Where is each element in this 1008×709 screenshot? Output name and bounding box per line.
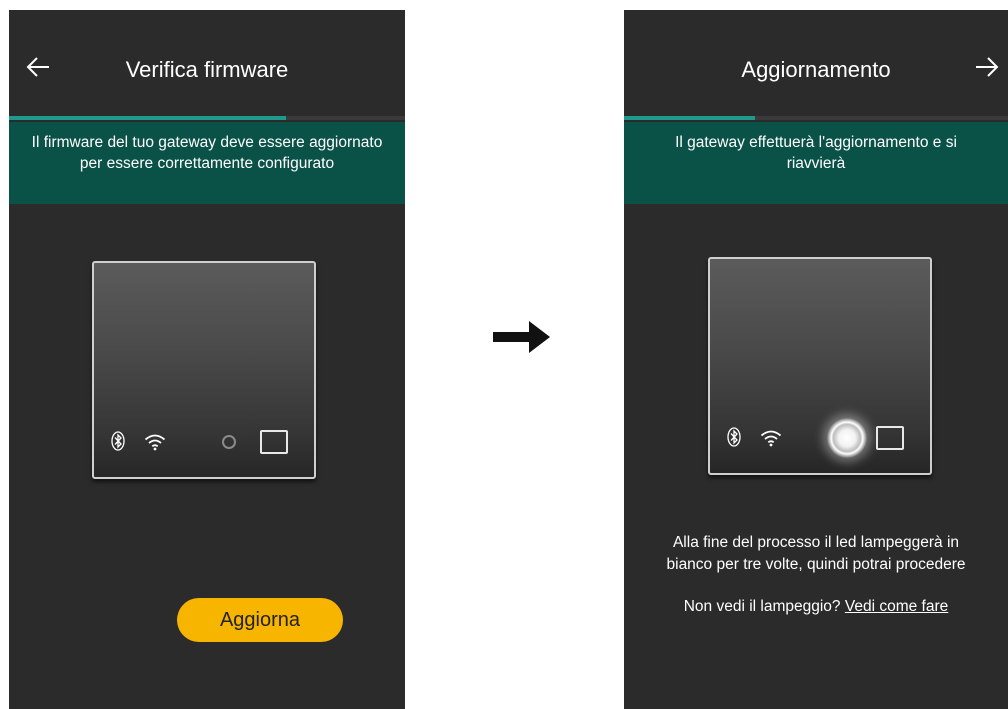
vedi-come-fare-link[interactable]: Vedi come fare: [845, 598, 948, 615]
progress-bar: [624, 116, 1008, 120]
header: Aggiornamento: [624, 10, 1008, 128]
progress-bar: [9, 116, 405, 120]
info-banner: Il firmware del tuo gateway deve essere …: [9, 122, 405, 204]
square-button-icon: [876, 426, 904, 450]
bluetooth-icon: [111, 431, 125, 451]
info-line-1: Alla fine del processo il led lampeggerà…: [672, 534, 960, 551]
wifi-icon: [760, 429, 782, 447]
info-line-2: bianco per tre volte, quindi potrai proc…: [666, 556, 966, 573]
page-title: Aggiornamento: [741, 57, 891, 82]
led-off-icon: [222, 435, 236, 449]
gateway-device: [92, 261, 316, 479]
flow-arrow-icon: [493, 321, 550, 353]
screen-aggiornamento: Aggiornamento Il gateway effettuerà l'ag…: [624, 10, 1008, 709]
arrow-right-icon[interactable]: [974, 54, 1000, 80]
info-text: Alla fine del processo il led lampeggerà…: [624, 532, 1008, 576]
gateway-device: [708, 257, 932, 475]
help-text: Non vedi il lampeggio? Vedi come fare: [624, 596, 1008, 618]
help-question: Non vedi il lampeggio?: [683, 598, 845, 615]
aggiorna-button[interactable]: Aggiorna: [177, 598, 343, 642]
progress-fill: [9, 116, 287, 120]
progress-fill: [624, 116, 755, 120]
info-banner: Il gateway effettuerà l'aggiornamento e …: [624, 122, 1008, 204]
header: Verifica firmware: [9, 10, 405, 128]
screen-verifica-firmware: Verifica firmware Il firmware del tuo ga…: [9, 10, 405, 709]
page-title: Verifica firmware: [125, 57, 289, 82]
bluetooth-icon: [727, 427, 741, 447]
square-button-icon: [260, 430, 288, 454]
led-on-icon: [827, 418, 867, 458]
wifi-icon: [144, 433, 166, 451]
